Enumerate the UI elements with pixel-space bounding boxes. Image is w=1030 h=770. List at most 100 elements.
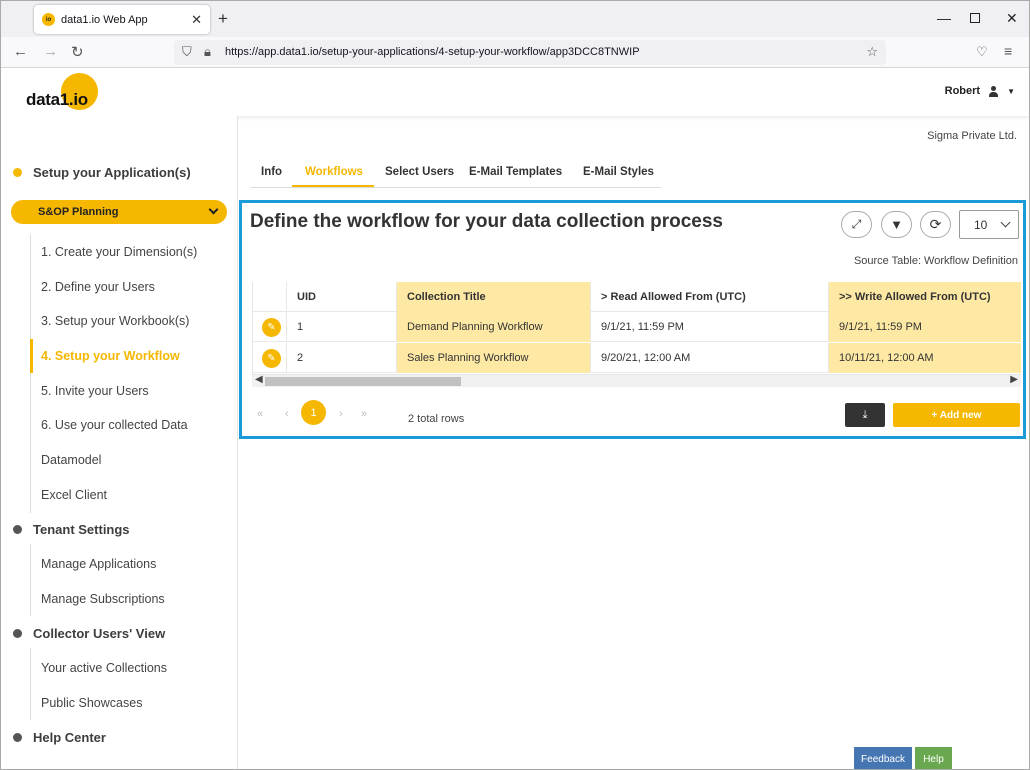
table-header-row: UID Collection Title > Read Allowed From… (253, 282, 1021, 312)
section-label: Setup your Application(s) (33, 165, 191, 180)
tab-workflows[interactable]: Workflows (305, 166, 363, 178)
last-page-icon[interactable]: » (361, 408, 367, 420)
row-action-cell: ✎ (253, 343, 287, 373)
cell-uid: 1 (287, 312, 397, 342)
tab-email-templates[interactable]: E-Mail Templates (469, 166, 562, 178)
sidebar-section-help[interactable]: Help Center (13, 730, 106, 745)
sidebar-item-dimensions[interactable]: 1. Create your Dimension(s) (41, 245, 197, 259)
expand-icon: ⤢ (851, 217, 862, 231)
table-row[interactable]: ✎ 2 Sales Planning Workflow 9/20/21, 12:… (253, 343, 1021, 373)
section-dot-icon (13, 629, 22, 638)
back-icon[interactable]: ← (13, 43, 28, 60)
data1-favicon-icon: io (42, 13, 55, 26)
minimize-icon[interactable]: — (937, 10, 951, 26)
user-menu[interactable]: Robert ▼ (945, 85, 1015, 97)
edit-icon[interactable]: ✎ (262, 348, 281, 368)
page-size-value: 10 (974, 217, 988, 232)
sidebar-item-manage-applications[interactable]: Manage Applications (41, 557, 156, 571)
tracking-shield-icon[interactable]: ⛉ (182, 44, 192, 60)
scrollbar-thumb[interactable] (265, 377, 461, 386)
browser-tab[interactable]: io data1.io Web App ✕ (34, 5, 210, 34)
sidebar-section-collector[interactable]: Collector Users' View (13, 626, 165, 641)
sidebar-item-excel-client[interactable]: Excel Client (41, 488, 107, 502)
sidebar: Setup your Application(s) S&OP Planning … (1, 116, 238, 769)
sidebar-section-tenant[interactable]: Tenant Settings (13, 522, 130, 537)
sidebar-item-public-showcases[interactable]: Public Showcases (41, 696, 142, 710)
filter-button[interactable]: ▼ (881, 211, 912, 238)
edit-icon[interactable]: ✎ (262, 317, 281, 337)
feedback-button[interactable]: Feedback (854, 747, 912, 769)
tenant-items-guide (30, 544, 31, 616)
cell-collection-title: Sales Planning Workflow (397, 343, 591, 373)
cell-read-allowed: 9/20/21, 12:00 AM (591, 343, 829, 373)
download-icon: ⤓ (862, 408, 868, 421)
url-text[interactable]: https://app.data1.io/setup-your-applicat… (225, 46, 640, 58)
column-header-uid[interactable]: UID (287, 282, 397, 312)
cell-write-allowed: 9/1/21, 11:59 PM (829, 312, 1021, 342)
scroll-left-icon[interactable]: ◀ (255, 374, 263, 385)
setup-items-guide (30, 234, 31, 513)
active-item-indicator (30, 339, 33, 373)
next-page-icon[interactable]: › (339, 408, 343, 420)
download-button[interactable]: ⤓ (845, 403, 885, 427)
sidebar-item-manage-subscriptions[interactable]: Manage Subscriptions (41, 592, 165, 606)
browser-window: io data1.io Web App ✕ + — ✕ ← → ↻ ⛉ 🔒︎ h… (0, 0, 1030, 770)
sidebar-item-collected-data[interactable]: 6. Use your collected Data (41, 418, 188, 432)
cell-collection-title: Demand Planning Workflow (397, 312, 591, 342)
logo[interactable]: data1.io (26, 90, 88, 110)
column-header-collection-title[interactable]: Collection Title (397, 282, 591, 312)
header-action-cell (253, 282, 287, 312)
pocket-icon[interactable]: ♡ (976, 44, 988, 60)
page-size-select[interactable]: 10 (959, 210, 1019, 239)
current-page-button[interactable]: 1 (301, 400, 326, 425)
section-dot-icon (13, 733, 22, 742)
sidebar-item-invite[interactable]: 5. Invite your Users (41, 384, 149, 398)
tab-select-users[interactable]: Select Users (385, 166, 454, 178)
window-close-icon[interactable]: ✕ (1006, 10, 1018, 27)
column-header-read-allowed[interactable]: > Read Allowed From (UTC) (591, 282, 829, 312)
user-name: Robert (944, 85, 981, 97)
scroll-right-icon[interactable]: ▶ (1010, 374, 1018, 385)
help-button[interactable]: Help (915, 747, 952, 769)
menu-icon[interactable]: ≡ (1004, 43, 1012, 59)
refresh-icon: ⟳ (929, 216, 942, 232)
first-page-icon[interactable]: « (257, 408, 263, 420)
horizontal-scrollbar[interactable]: ◀ ▶ (252, 374, 1021, 387)
maximize-icon[interactable] (970, 13, 980, 23)
company-name: Sigma Private Ltd. (927, 130, 1017, 142)
tab-info[interactable]: Info (261, 166, 282, 178)
add-new-button[interactable]: + Add new (893, 403, 1020, 427)
bookmark-star-icon[interactable]: ☆ (866, 44, 878, 60)
lock-icon[interactable]: 🔒︎ (204, 44, 211, 60)
section-dot-icon (13, 168, 22, 177)
sidebar-item-workbooks[interactable]: 3. Setup your Workbook(s) (41, 314, 189, 328)
collector-items-guide (30, 648, 31, 720)
user-icon (988, 85, 999, 97)
sidebar-section-setup[interactable]: Setup your Application(s) (13, 165, 191, 180)
main-tabs: Info Workflows Select Users E-Mail Templ… (250, 162, 661, 188)
column-header-write-allowed[interactable]: >> Write Allowed From (UTC) (829, 282, 1021, 312)
section-label: Tenant Settings (33, 522, 130, 537)
tab-email-styles[interactable]: E-Mail Styles (583, 166, 654, 178)
reload-icon[interactable]: ↻ (71, 43, 84, 61)
new-tab-icon[interactable]: + (218, 9, 228, 29)
source-table-label: Source Table: Workflow Definition (853, 255, 1018, 267)
table-row[interactable]: ✎ 1 Demand Planning Workflow 9/1/21, 11:… (253, 312, 1021, 342)
sidebar-item-active-collections[interactable]: Your active Collections (41, 661, 167, 675)
expand-button[interactable]: ⤢ (841, 211, 872, 238)
address-bar[interactable]: ⛉ 🔒︎ https://app.data1.io/setup-your-app… (174, 40, 886, 65)
tab-close-icon[interactable]: ✕ (191, 12, 202, 28)
refresh-button[interactable]: ⟳ (920, 211, 951, 238)
forward-icon[interactable]: → (43, 43, 58, 60)
sidebar-item-workflow[interactable]: 4. Setup your Workflow (41, 349, 180, 363)
prev-page-icon[interactable]: ‹ (285, 408, 289, 420)
caret-down-icon: ▼ (1007, 86, 1015, 96)
sidebar-item-users[interactable]: 2. Define your Users (41, 280, 155, 294)
app-selector[interactable]: S&OP Planning (11, 200, 227, 224)
tab-title: data1.io Web App (61, 13, 148, 26)
filter-icon: ▼ (890, 217, 903, 232)
sidebar-item-datamodel[interactable]: Datamodel (41, 453, 101, 467)
chevron-down-icon (1000, 217, 1011, 228)
cell-read-allowed: 9/1/21, 11:59 PM (591, 312, 829, 342)
total-rows: 2 total rows (408, 413, 465, 425)
